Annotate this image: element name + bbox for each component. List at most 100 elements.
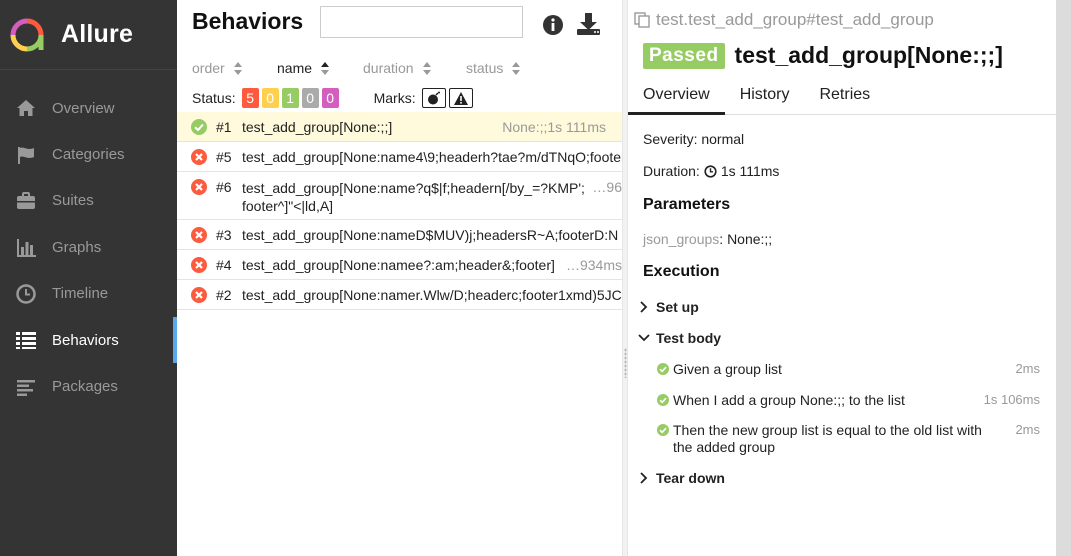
- param-key: json_groups: [643, 231, 720, 247]
- row-number: #3: [216, 227, 232, 243]
- status-filter-broken[interactable]: 0: [261, 88, 279, 108]
- row-name: test_add_group[None:nameD$MUV)j;headersR…: [242, 227, 619, 243]
- sort-status-label: status: [466, 60, 504, 76]
- test-title-row: Passed test_add_group[None:;;]: [643, 42, 1003, 69]
- sidebar-item-label: Overview: [52, 99, 115, 117]
- passed-step-icon: [657, 363, 669, 375]
- duration-row: Duration: 1s 111ms: [643, 163, 779, 179]
- status-filter-passed[interactable]: 1: [281, 88, 299, 108]
- sidebar-item-graphs[interactable]: Graphs: [0, 224, 177, 270]
- copy-icon[interactable]: [634, 12, 650, 28]
- table-row[interactable]: #3 test_add_group[None:nameD$MUV)j;heade…: [177, 220, 622, 250]
- passed-status-icon: [191, 119, 207, 135]
- test-body-section[interactable]: Test body: [637, 330, 721, 346]
- page-title: Behaviors: [192, 8, 304, 34]
- list-icon: [15, 329, 37, 351]
- chevron-right-icon: [640, 472, 648, 484]
- sort-duration-label: duration: [363, 60, 414, 76]
- sidebar-item-label: Graphs: [52, 238, 102, 256]
- flag-icon: [15, 144, 37, 166]
- flaky-mark-button[interactable]: [421, 88, 446, 108]
- row-number: #4: [216, 257, 232, 273]
- row-meta: …96: [589, 179, 622, 195]
- sidebar-item-label: Packages: [52, 378, 118, 396]
- row-name: test_add_group[None:name4\9;headerh?tae?…: [242, 149, 622, 165]
- parameter-row: json_groups: None:;;: [643, 231, 772, 247]
- test-detail-panel: test.test_add_group#test_add_group Passe…: [628, 0, 1056, 556]
- table-row[interactable]: #6 test_add_group[None:name?q$|f;headern…: [177, 172, 622, 220]
- row-number: #6: [216, 179, 232, 195]
- sidebar-item-overview[interactable]: Overview: [0, 85, 177, 131]
- step-time: 2ms: [1015, 422, 1040, 437]
- download-icon[interactable]: [576, 12, 601, 36]
- sort-status[interactable]: status: [466, 60, 521, 76]
- sidebar-item-label: Suites: [52, 192, 94, 210]
- table-row[interactable]: #2 test_add_group[None:namer.Wlw/D;heade…: [177, 280, 622, 310]
- briefcase-icon: [15, 190, 37, 212]
- failed-status-icon: [191, 179, 207, 195]
- passed-step-icon: [657, 424, 669, 436]
- align-left-icon: [15, 376, 37, 398]
- teardown-section[interactable]: Tear down: [637, 470, 725, 486]
- setup-section[interactable]: Set up: [637, 299, 699, 315]
- step-row[interactable]: When I add a group None:;; to the list 1…: [657, 392, 1040, 409]
- sidebar-item-label: Categories: [52, 146, 125, 164]
- sort-duration[interactable]: duration: [363, 60, 431, 76]
- clock-icon: [704, 164, 717, 178]
- status-filter-skipped[interactable]: 0: [301, 88, 319, 108]
- row-name-block: test_add_group[None:name?q$|f;headern[/b…: [242, 179, 585, 215]
- row-meta: …934ms: [559, 257, 622, 273]
- new-failed-mark-button[interactable]: [448, 88, 473, 108]
- step-text: Then the new group list is equal to the …: [673, 422, 982, 455]
- step-time: 2ms: [1015, 361, 1040, 376]
- sort-arrows-icon: [321, 61, 330, 75]
- behaviors-panel: Behaviors order name duration status Sta…: [177, 0, 622, 556]
- sort-order-label: order: [192, 60, 225, 76]
- brand[interactable]: Allure: [0, 0, 177, 70]
- marks-filter-label: Marks:: [373, 90, 416, 106]
- row-number: #2: [216, 287, 232, 303]
- table-row[interactable]: #4 test_add_group[None:namee?:am;header&…: [177, 250, 622, 280]
- tab-retries[interactable]: Retries: [804, 80, 885, 115]
- sidebar-item-packages[interactable]: Packages: [0, 363, 177, 409]
- table-row[interactable]: #5 test_add_group[None:name4\9;headerh?t…: [177, 142, 622, 172]
- table-row[interactable]: #1 test_add_group[None:;;] None:;;1s 111…: [177, 112, 622, 142]
- scrollbar[interactable]: [1056, 0, 1071, 556]
- sort-bar: order name duration status: [177, 60, 622, 78]
- sidebar-item-behaviors[interactable]: Behaviors: [0, 316, 177, 364]
- tab-overview[interactable]: Overview: [628, 80, 725, 115]
- row-name: test_add_group[None:name?q$|f;headern[/b…: [242, 180, 585, 196]
- sort-order[interactable]: order: [192, 60, 242, 76]
- brand-name: Allure: [61, 20, 134, 48]
- status-badge: Passed: [643, 42, 725, 69]
- sidebar-item-timeline[interactable]: Timeline: [0, 271, 177, 317]
- status-filter-unknown[interactable]: 0: [321, 88, 339, 108]
- tab-history[interactable]: History: [725, 80, 805, 115]
- status-filter-failed[interactable]: 5: [241, 88, 259, 108]
- step-row[interactable]: Then the new group list is equal to the …: [657, 422, 1040, 456]
- setup-label: Set up: [656, 299, 699, 315]
- step-time: 1s 106ms: [983, 392, 1040, 407]
- passed-step-icon: [657, 394, 669, 406]
- sort-arrows-icon: [422, 61, 431, 75]
- row-number: #5: [216, 149, 232, 165]
- parameters-heading: Parameters: [643, 196, 731, 213]
- sort-name[interactable]: name: [277, 60, 330, 76]
- sidebar-item-categories[interactable]: Categories: [0, 131, 177, 177]
- info-icon[interactable]: [542, 14, 564, 36]
- breadcrumb: test.test_add_group#test_add_group: [634, 10, 934, 30]
- clock-icon: [15, 283, 37, 305]
- bar-chart-icon: [15, 236, 37, 258]
- detail-tabs: Overview History Retries: [628, 80, 1056, 115]
- failed-status-icon: [191, 287, 207, 303]
- row-name: test_add_group[None:namee?:am;header&;fo…: [242, 257, 555, 273]
- step-row[interactable]: Given a group list 2ms: [657, 361, 1040, 378]
- teardown-label: Tear down: [656, 470, 725, 486]
- search-input[interactable]: [320, 6, 523, 38]
- step-text: When I add a group None:;; to the list: [673, 392, 905, 408]
- sort-name-label: name: [277, 60, 313, 76]
- warning-icon: [453, 91, 468, 105]
- sidebar-item-suites[interactable]: Suites: [0, 178, 177, 224]
- duration-label: Duration:: [643, 163, 700, 179]
- duration-value: 1s 111ms: [720, 163, 780, 179]
